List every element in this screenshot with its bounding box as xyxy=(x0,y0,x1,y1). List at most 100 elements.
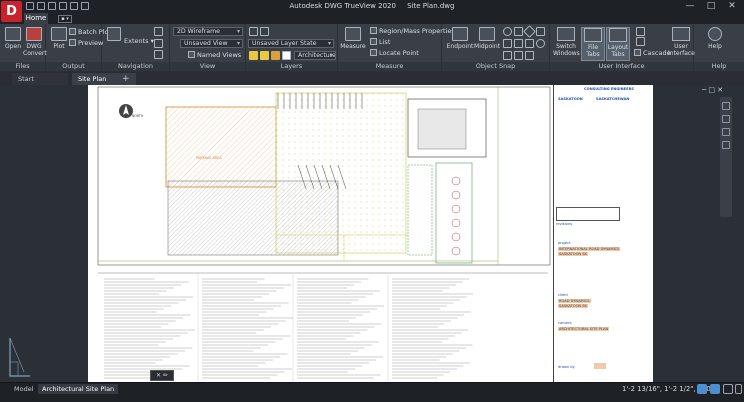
user-interface-icon xyxy=(672,27,690,41)
batch-plot-icon xyxy=(69,28,76,35)
lightbulb-icon[interactable] xyxy=(249,51,258,60)
content-label: content xyxy=(558,321,572,325)
tab-model[interactable]: Model xyxy=(10,384,38,394)
help-panel: Help Help xyxy=(694,24,744,71)
view-panel-title: View xyxy=(170,62,245,71)
drawn-by-stamp xyxy=(594,363,606,369)
maximize-button[interactable]: □ xyxy=(701,0,721,13)
pan-nav-icon[interactable] xyxy=(722,102,730,110)
close-button[interactable]: ✕ xyxy=(722,0,742,13)
file-tabs-button[interactable]: File Tabs xyxy=(581,27,605,61)
apparent-intersection-icon[interactable] xyxy=(514,51,523,60)
tile-horizontal-icon[interactable] xyxy=(636,27,645,36)
measure-button[interactable]: Measure xyxy=(340,27,366,61)
navigation-bar xyxy=(720,97,732,217)
sun-icon[interactable] xyxy=(260,51,269,60)
node-snap-icon[interactable] xyxy=(514,27,523,36)
extension-snap-icon[interactable] xyxy=(503,39,512,48)
help-button[interactable]: Help xyxy=(702,27,728,61)
saved-view-dropdown[interactable]: Unsaved View xyxy=(180,39,243,48)
nearest-snap-icon[interactable] xyxy=(503,51,512,60)
drawing-canvas[interactable]: ─ □ ✕ NORTH PARKING AREA CONSULTING ENGI… xyxy=(0,85,744,382)
endpoint-icon xyxy=(452,27,468,41)
tab-layout-architectural-site-plan[interactable]: Architectural Site Plan xyxy=(38,384,119,394)
open-button[interactable]: Open xyxy=(2,27,24,61)
cascade-button[interactable]: Cascade xyxy=(634,48,671,58)
file-tabs-icon xyxy=(584,28,602,42)
folder-icon xyxy=(5,27,21,41)
revisions-label: revisions xyxy=(556,222,572,226)
drawn-by-label: drawn by xyxy=(558,365,575,369)
measure-panel-title: Measure xyxy=(338,62,441,71)
title-block: CONSULTING ENGINEERS SASKATOON SASKATCHE… xyxy=(553,85,653,382)
current-layer-dropdown[interactable]: Architectural xyxy=(294,51,336,60)
tab-start[interactable]: Start xyxy=(12,73,68,85)
layout-tabs-icon xyxy=(609,28,627,42)
settings-icon[interactable] xyxy=(723,384,733,394)
workspace-icon[interactable] xyxy=(697,384,707,394)
object-snap-panel-title: Object Snap xyxy=(442,62,549,71)
steering-wheel-icon[interactable] xyxy=(154,50,163,59)
object-snap-panel: Endpoint Midpoint Object Snap xyxy=(442,24,550,71)
dwg-convert-button[interactable]: DWG Convert xyxy=(23,27,47,61)
revisions-table xyxy=(556,207,620,221)
app-window: Autodesk DWG TrueView 2020 Site Plan.dwg… xyxy=(0,0,744,402)
client-line-1: ROAD DYNAMICS xyxy=(558,299,591,303)
layers-panel-title: Layers xyxy=(246,62,337,71)
layer-properties-icon[interactable] xyxy=(249,27,258,36)
navigation-panel-title: Navigation xyxy=(102,62,169,71)
output-panel-title: Output xyxy=(46,62,101,71)
lock-icon[interactable] xyxy=(271,51,280,60)
pan-button[interactable] xyxy=(105,27,123,61)
content-line-1: ARCHITECTURAL SITE PLAN xyxy=(558,327,610,331)
consultant-province: SASKATCHEWAN xyxy=(596,97,630,101)
ribbon-tab-bar: Home ▪ ▾ xyxy=(0,13,744,24)
center-snap-icon[interactable] xyxy=(503,27,512,36)
perpendicular-snap-icon[interactable] xyxy=(525,39,534,48)
visual-style-dropdown[interactable]: 2D Wireframe xyxy=(173,27,243,36)
help-icon xyxy=(708,27,722,41)
preview-icon xyxy=(69,39,76,46)
orbit-nav-icon[interactable] xyxy=(722,128,730,136)
endpoint-button[interactable]: Endpoint xyxy=(446,27,474,61)
layer-state-dropdown[interactable]: Unsaved Layer State xyxy=(248,39,334,48)
layout-tabs-button[interactable]: Layout Tabs xyxy=(606,27,630,61)
preview-button[interactable]: Preview xyxy=(69,38,103,48)
tab-home[interactable]: Home xyxy=(24,13,48,24)
named-views-button[interactable]: Named Views xyxy=(188,50,241,60)
layer-isolate-icon[interactable] xyxy=(260,27,269,36)
ruler-icon xyxy=(345,27,361,41)
zoom-icon[interactable] xyxy=(154,27,163,36)
quadrant-snap-icon[interactable] xyxy=(523,25,536,38)
parallel-snap-icon[interactable] xyxy=(525,51,534,60)
locate-point-button[interactable]: Locate Point xyxy=(370,48,419,58)
layout-sheet: NORTH PARKING AREA CONSULTING ENGINEERS … xyxy=(88,85,653,382)
extents-button[interactable]: Extents ▾ xyxy=(124,36,154,46)
project-line-1: INTERNATIONAL ROAD DYNAMICS xyxy=(558,247,621,251)
showmotion-nav-icon[interactable] xyxy=(722,141,730,149)
annotation-icon[interactable] xyxy=(710,384,720,394)
orbit-icon[interactable] xyxy=(154,39,163,48)
tile-vertical-icon[interactable] xyxy=(636,37,645,46)
document-name: Site Plan.dwg xyxy=(407,2,455,10)
color-swatch-icon[interactable] xyxy=(282,51,291,60)
app-name: Autodesk DWG TrueView 2020 xyxy=(289,2,396,10)
ribbon-display-toggle[interactable]: ▪ ▾ xyxy=(58,15,72,23)
customize-icon[interactable] xyxy=(735,384,742,394)
viewport-controls[interactable]: ─ □ ✕ xyxy=(702,86,742,96)
midpoint-button[interactable]: Midpoint xyxy=(474,27,500,61)
tangent-snap-icon[interactable] xyxy=(536,39,545,48)
switch-windows-button[interactable]: Switch Windows xyxy=(553,27,580,61)
zoom-nav-icon[interactable] xyxy=(722,115,730,123)
list-button[interactable]: List xyxy=(370,37,390,47)
layout-mini-toolbar[interactable]: ✕ ✏ xyxy=(150,370,174,381)
plot-button[interactable]: Plot xyxy=(48,27,70,61)
intersection-snap-icon[interactable] xyxy=(536,27,545,36)
consultant-name: CONSULTING ENGINEERS xyxy=(584,87,634,91)
new-tab-button[interactable]: + xyxy=(120,73,132,85)
insertion-snap-icon[interactable] xyxy=(514,39,523,48)
user-interface-button[interactable]: User Interface xyxy=(668,27,695,61)
cascade-icon xyxy=(634,49,641,56)
minimize-button[interactable]: — xyxy=(680,0,700,13)
application-menu-button[interactable]: D xyxy=(1,1,22,22)
